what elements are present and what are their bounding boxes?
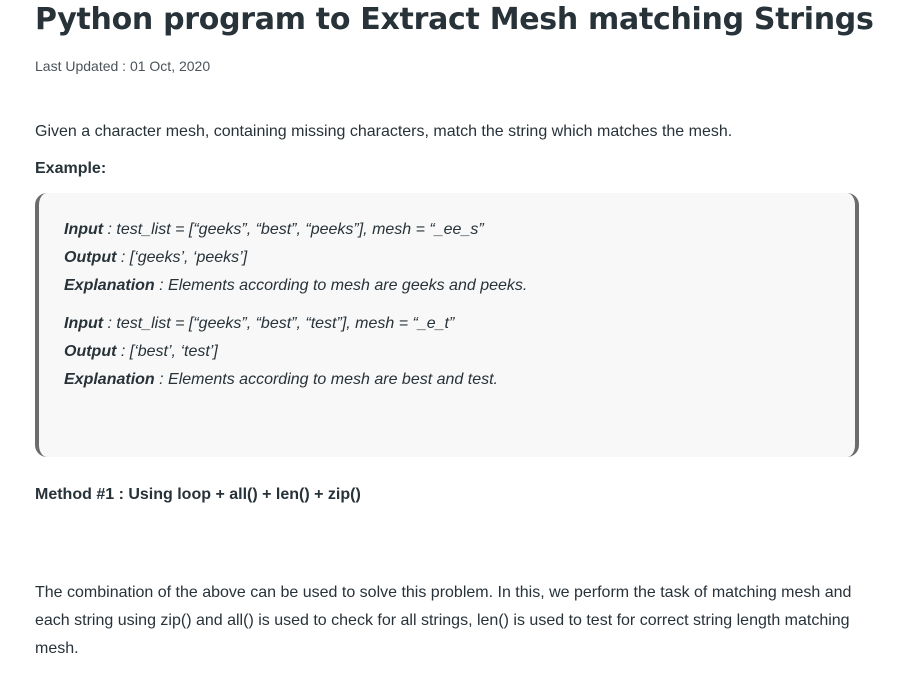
article-title: Python program to Extract Mesh matching …	[35, 2, 874, 37]
method-heading: Method #1 : Using loop + all() + len() +…	[35, 486, 361, 503]
output-value: : [‘geeks’, ‘peeks’]	[116, 249, 248, 266]
input-key: Input	[64, 315, 104, 332]
input-value: : test_list = [“geeks”, “best”, “peeks”]…	[103, 221, 484, 238]
example-1-output: Output : [‘geeks’, ‘peeks’]	[64, 249, 247, 267]
explanation-key: Explanation	[64, 371, 155, 388]
example-2-output: Output : [‘best’, ‘test’]	[64, 343, 218, 361]
example-1-input: Input : test_list = [“geeks”, “best”, “p…	[64, 221, 484, 239]
input-value: : test_list = [“geeks”, “best”, “test”],…	[103, 315, 455, 332]
last-updated-date: 01 Oct, 2020	[129, 58, 211, 74]
example-heading: Example:	[35, 160, 107, 177]
last-updated: Last Updated : 01 Oct, 2020	[35, 58, 210, 74]
intro-paragraph: Given a character mesh, containing missi…	[35, 123, 733, 140]
output-key: Output	[64, 343, 117, 360]
output-value: : [‘best’, ‘test’]	[116, 343, 218, 360]
explanation-value: : Elements according to mesh are best an…	[154, 371, 498, 388]
example-block: Input : test_list = [“geeks”, “best”, “p…	[35, 193, 859, 457]
example-2-explanation: Explanation : Elements according to mesh…	[64, 371, 498, 389]
method-paragraph: The combination of the above can be used…	[35, 584, 852, 657]
output-key: Output	[64, 249, 117, 266]
explanation-key: Explanation	[64, 277, 155, 294]
explanation-value: : Elements according to mesh are geeks a…	[154, 277, 528, 294]
input-key: Input	[64, 221, 104, 238]
example-1-explanation: Explanation : Elements according to mesh…	[64, 277, 527, 295]
example-2-input: Input : test_list = [“geeks”, “best”, “t…	[64, 315, 454, 333]
last-updated-label: Last Updated :	[35, 58, 127, 74]
